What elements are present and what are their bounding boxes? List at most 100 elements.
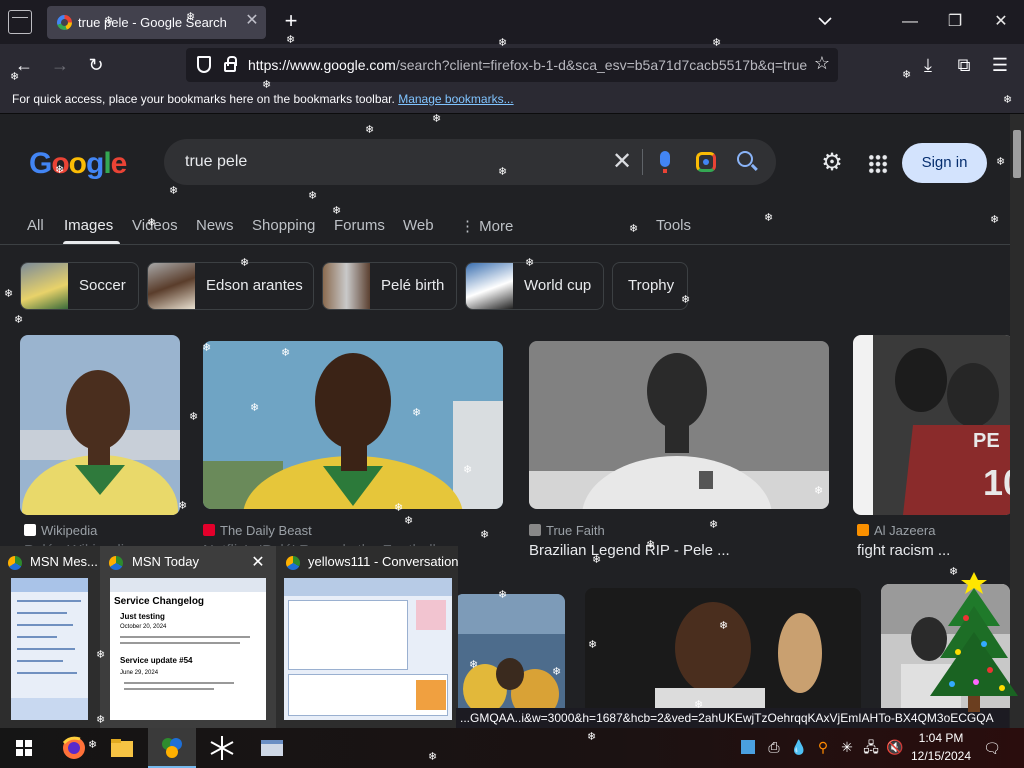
tab-images[interactable]: Images	[64, 217, 113, 234]
volume-muted-icon[interactable]: 🔇	[886, 738, 904, 756]
msn-today-preview: Service Changelog Just testing October 2…	[110, 578, 266, 720]
minimize-icon[interactable]: —	[897, 9, 923, 35]
chip-thumbnail	[148, 263, 195, 309]
msn-icon	[109, 556, 123, 570]
sign-in-button[interactable]: Sign in	[902, 143, 987, 183]
result-image-2[interactable]	[203, 341, 503, 509]
screen: true pele - Google Search ✕ + — ❐ ✕ ← → …	[0, 0, 1024, 768]
close-thumbnail-icon[interactable]: ✕	[249, 552, 267, 572]
downloads-icon[interactable]: ⤓	[916, 53, 940, 77]
tray-printer-icon[interactable]: ⎙	[765, 738, 783, 756]
clock-date[interactable]: 12/15/2024	[910, 749, 972, 763]
true-faith-favicon-icon	[529, 524, 541, 536]
result-source-3[interactable]: True Faith	[529, 523, 605, 538]
google-logo[interactable]: Google	[29, 147, 127, 181]
scrollbar-thumb[interactable]	[1013, 130, 1021, 178]
messenger-window-taskbar-icon[interactable]	[248, 728, 296, 768]
file-explorer-taskbar-icon[interactable]	[98, 728, 146, 768]
result-image-4[interactable]: PE 10	[853, 335, 1010, 515]
tab-title: true pele - Google Search	[78, 15, 227, 30]
chip-edson-arantes[interactable]: Edson arantes	[147, 262, 314, 310]
result-image-3[interactable]	[529, 341, 829, 509]
chip-thumbnail	[323, 263, 370, 309]
messenger-preview	[11, 578, 88, 720]
tab-all[interactable]: All	[27, 217, 44, 234]
lock-icon[interactable]	[224, 56, 237, 72]
snowflake-app-taskbar-icon[interactable]	[198, 728, 246, 768]
clear-search-icon[interactable]: ✕	[607, 147, 637, 176]
search-icon[interactable]	[737, 151, 753, 167]
start-button[interactable]	[0, 728, 48, 768]
reload-icon[interactable]: ↻	[84, 53, 108, 77]
extensions-icon[interactable]: ⧉	[952, 53, 976, 77]
new-tab-icon[interactable]: +	[280, 10, 302, 32]
tab-list-icon[interactable]	[8, 10, 32, 34]
url-bar[interactable]: https://www.google.com/search?client=fir…	[186, 48, 838, 82]
result-source-4[interactable]: Al Jazeera	[857, 523, 935, 538]
browser-tab[interactable]: true pele - Google Search ✕	[47, 6, 266, 39]
tray-app-icon[interactable]	[741, 740, 755, 754]
tab-more[interactable]: ⋮ More	[460, 217, 513, 235]
tab-forums[interactable]: Forums	[334, 217, 385, 234]
svg-text:10: 10	[983, 462, 1010, 503]
tab-news[interactable]: News	[196, 217, 234, 234]
close-tab-icon[interactable]: ✕	[243, 12, 261, 30]
msn-taskbar-icon[interactable]	[148, 728, 196, 768]
tray-snowflake-icon[interactable]: ✳	[838, 738, 856, 756]
active-tab-indicator	[63, 241, 120, 244]
search-input[interactable]: true pele	[185, 153, 247, 171]
link-status-bar: ...GMQAA..i&w=3000&h=1687&hcb=2&ved=2ahU…	[456, 708, 1009, 728]
manage-bookmarks-link[interactable]: Manage bookmarks...	[398, 92, 513, 106]
thumbnail-conversation[interactable]: yellows111 - Conversation	[276, 546, 459, 728]
close-window-icon[interactable]: ✕	[988, 9, 1014, 35]
search-divider	[642, 149, 643, 175]
tray-droplet-icon[interactable]: 💧	[790, 738, 808, 756]
chevron-down-icon[interactable]	[815, 11, 835, 31]
tab-videos[interactable]: Videos	[132, 217, 178, 234]
bookmark-star-icon[interactable]: ☆	[814, 53, 830, 74]
daily-beast-favicon-icon	[203, 524, 215, 536]
tracking-shield-icon[interactable]	[197, 56, 211, 73]
svg-text:PE: PE	[973, 430, 1000, 452]
nav-bar: ← → ↻ https://www.google.com/search?clie…	[0, 44, 1024, 86]
chip-trophy[interactable]: Trophy	[612, 262, 688, 310]
bookmarks-hint: For quick access, place your bookmarks h…	[12, 92, 514, 106]
tools-button[interactable]: Tools	[656, 217, 691, 234]
tab-strip: true pele - Google Search ✕ + — ❐ ✕	[0, 0, 1024, 44]
forward-icon[interactable]: →	[48, 53, 72, 77]
windows-taskbar: ⎙ 💧 ⚲ ✳ 🖧 🔇 1:04 PM 12/15/2024 🗨	[0, 728, 1024, 768]
restore-icon[interactable]: ❐	[942, 9, 968, 35]
result-title-4[interactable]: fight racism ...	[857, 542, 950, 559]
tray-search-icon[interactable]: ⚲	[814, 738, 832, 756]
wikipedia-favicon-icon	[24, 524, 36, 536]
search-tabs: All Images Videos News Shopping Forums W…	[0, 209, 1010, 245]
network-icon[interactable]: 🖧	[862, 738, 880, 756]
clock-time[interactable]: 1:04 PM	[912, 731, 970, 745]
menu-icon[interactable]: ☰	[988, 53, 1012, 77]
conversation-preview	[284, 578, 452, 720]
result-title-3[interactable]: Brazilian Legend RIP - Pele ...	[529, 542, 730, 559]
firefox-taskbar-icon[interactable]	[50, 728, 98, 768]
al-jazeera-favicon-icon	[857, 524, 869, 536]
result-image-1[interactable]	[20, 335, 180, 515]
result-source-1[interactable]: Wikipedia	[24, 523, 97, 538]
chip-soccer[interactable]: Soccer	[20, 262, 139, 310]
chip-world-cup[interactable]: World cup	[465, 262, 604, 310]
google-apps-icon[interactable]	[868, 154, 888, 174]
chip-thumbnail	[21, 263, 68, 309]
thumbnail-msn-today[interactable]: MSN Today ✕ Service Changelog Just testi…	[100, 546, 276, 728]
result-image-5[interactable]	[455, 594, 565, 708]
settings-gear-icon[interactable]: ⚙	[821, 151, 843, 175]
result-source-2[interactable]: The Daily Beast	[203, 523, 312, 538]
tab-shopping[interactable]: Shopping	[252, 217, 315, 234]
chip-pele-birth[interactable]: Pelé birth	[322, 262, 457, 310]
url-text[interactable]: https://www.google.com/search?client=fir…	[248, 57, 808, 73]
notifications-icon[interactable]: 🗨	[983, 739, 1001, 757]
back-icon[interactable]: ←	[12, 53, 36, 77]
voice-search-icon[interactable]	[660, 151, 670, 173]
google-lens-icon[interactable]	[696, 152, 716, 172]
thumbnail-msn-messenger[interactable]: MSN Mes...	[0, 546, 100, 728]
result-image-6[interactable]	[585, 588, 861, 708]
search-box[interactable]: true pele ✕	[164, 139, 776, 185]
tab-web[interactable]: Web	[403, 217, 434, 234]
